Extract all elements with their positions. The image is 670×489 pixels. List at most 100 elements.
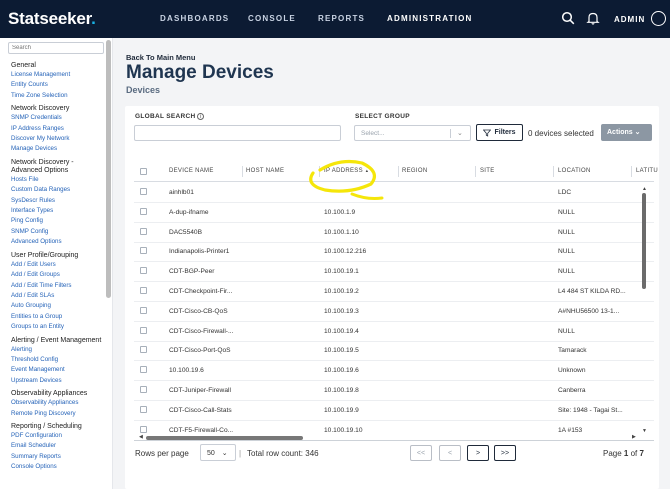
sidebar-link[interactable]: Groups to an Entity — [11, 322, 105, 332]
table-cell: 10.100.19.3 — [324, 307, 359, 315]
sidebar-link[interactable]: Add / Edit Groups — [11, 270, 105, 280]
chevron-down-icon: ⌄ — [634, 129, 641, 136]
sidebar-scrollbar[interactable] — [106, 40, 111, 298]
row-checkbox[interactable] — [140, 267, 147, 275]
column-device-name[interactable]: DEVICE NAME — [169, 168, 214, 174]
row-checkbox[interactable] — [140, 386, 147, 393]
sidebar-link[interactable]: Upstream Devices — [11, 376, 105, 386]
sidebar-link[interactable]: Email Scheduler — [11, 441, 105, 451]
sidebar-link[interactable]: Discover My Network — [11, 134, 105, 144]
first-page-button[interactable]: << — [410, 445, 432, 461]
sidebar-link[interactable]: Time Zone Selection — [11, 91, 105, 101]
table-row[interactable]: CDT-Cisco-CB-QoS 10.100.19.3 A#NHU56500 13… — [134, 302, 654, 322]
sidebar-link[interactable]: Entities to a Group — [11, 312, 105, 322]
row-checkbox[interactable] — [140, 425, 147, 433]
last-page-button[interactable]: >> — [494, 445, 516, 461]
table-row[interactable]: DAC5540B 10.100.1.10 NULL — [134, 223, 654, 243]
scroll-up-arrow-icon[interactable]: ▲ — [642, 186, 647, 192]
column-divider[interactable] — [553, 166, 554, 177]
column-location[interactable]: LOCATION — [558, 168, 591, 174]
sidebar-link[interactable]: Summary Reports — [11, 452, 105, 462]
search-icon[interactable] — [561, 11, 575, 25]
info-icon[interactable]: i — [197, 113, 205, 120]
sidebar-search-input[interactable] — [8, 42, 104, 54]
actions-dropdown-button[interactable]: Actions ⌄ — [601, 124, 652, 141]
table-row[interactable]: ainhlb01 LDC — [134, 183, 654, 203]
table-row[interactable]: A-dup-ifname 10.100.1.9 NULL — [134, 203, 654, 223]
vertical-scroll-thumb[interactable] — [642, 193, 646, 289]
sidebar-link[interactable]: Advanced Options — [11, 237, 105, 247]
sidebar-link[interactable]: Alerting — [11, 345, 105, 355]
sidebar-link[interactable]: Threshold Config — [11, 355, 105, 365]
sidebar-link[interactable]: Auto Grouping — [11, 301, 105, 311]
row-checkbox[interactable] — [140, 188, 147, 195]
sidebar-link[interactable]: Add / Edit Users — [11, 260, 105, 270]
column-divider[interactable] — [398, 166, 399, 177]
row-checkbox[interactable] — [140, 306, 147, 314]
table-cell: NULL — [558, 268, 575, 276]
row-checkbox[interactable] — [140, 227, 147, 235]
row-checkbox[interactable] — [140, 405, 147, 413]
row-checkbox[interactable] — [140, 287, 147, 294]
sidebar-link[interactable]: Interface Types — [11, 206, 105, 216]
sidebar-link[interactable]: License Management — [11, 70, 105, 80]
next-page-button[interactable]: > — [467, 445, 489, 461]
nav-console[interactable]: CONSOLE — [248, 14, 296, 23]
statseeker-logo[interactable]: Statseeker. — [8, 9, 96, 29]
sidebar-link[interactable]: Console Options — [11, 462, 105, 472]
row-checkbox[interactable] — [140, 326, 147, 334]
previous-page-button[interactable]: < — [439, 445, 461, 461]
global-search-input[interactable] — [134, 125, 341, 141]
sidebar-link[interactable]: Manage Devices — [11, 144, 105, 154]
sidebar-link[interactable]: SNMP Config — [11, 227, 105, 237]
sidebar-link[interactable]: Entity Counts — [11, 80, 105, 90]
nav-administration[interactable]: ADMINISTRATION — [387, 14, 473, 23]
sidebar-link[interactable]: SNMP Credentials — [11, 113, 105, 123]
column-divider[interactable] — [631, 166, 632, 177]
sidebar-link[interactable]: Remote Ping Discovery — [11, 409, 105, 419]
sidebar-link[interactable]: Hosts File — [11, 175, 105, 185]
user-menu-label[interactable]: ADMIN — [614, 15, 645, 24]
user-icon[interactable] — [651, 11, 666, 26]
back-to-main-menu-link[interactable]: Back To Main Menu — [126, 53, 195, 62]
filters-button[interactable]: Filters — [476, 124, 523, 141]
column-ip-address[interactable]: IP ADDRESS ▲ — [324, 168, 369, 174]
sidebar-link[interactable]: Observability Appliances — [11, 398, 105, 408]
table-row[interactable]: 10.100.19.6 10.100.19.6 Unknown — [134, 361, 654, 382]
bell-icon[interactable] — [586, 11, 600, 25]
table-row[interactable]: CDT-BGP-Peer 10.100.19.1 NULL — [134, 262, 654, 283]
column-latitude[interactable]: LATITU — [636, 168, 658, 174]
table-row[interactable]: CDT-Cisco-Firewall-... 10.100.19.4 NULL — [134, 322, 654, 342]
sidebar-link[interactable]: Add / Edit SLAs — [11, 291, 105, 301]
table-row[interactable]: CDT-Cisco-Call-Stats 10.100.19.9 Site: 194… — [134, 401, 654, 421]
sidebar-link[interactable]: Custom Data Ranges — [11, 185, 105, 195]
sidebar-group-title: General — [11, 62, 36, 69]
rows-per-page-select[interactable]: 50 ⌄ — [200, 444, 236, 461]
sidebar-link[interactable]: SysDescr Rules — [11, 196, 105, 206]
sidebar-link[interactable]: Ping Config — [11, 216, 105, 226]
select-group-dropdown[interactable]: Select... ⌄ — [354, 125, 471, 141]
column-site[interactable]: SITE — [480, 168, 495, 174]
table-vertical-scrollbar[interactable]: ▲ ▼ — [642, 186, 647, 436]
nav-dashboards[interactable]: DASHBOARDS — [160, 14, 229, 23]
sidebar-link[interactable]: Add / Edit Time Filters — [11, 281, 105, 291]
row-checkbox[interactable] — [140, 247, 147, 255]
row-checkbox[interactable] — [140, 366, 147, 374]
column-divider[interactable] — [242, 166, 243, 177]
table-row[interactable]: CDT-Juniper-Firewall 10.100.19.8 Canberra — [134, 381, 654, 401]
table-row[interactable]: Indianapolis-Printer1 10.100.12.216 NULL — [134, 242, 654, 263]
table-row[interactable]: CDT-Checkpoint-Fir... 10.100.19.2 L4 484 S… — [134, 282, 654, 302]
nav-reports[interactable]: REPORTS — [318, 14, 365, 23]
column-host-name[interactable]: HOST NAME — [246, 168, 284, 174]
row-checkbox[interactable] — [140, 346, 147, 354]
sidebar-link[interactable]: IP Address Ranges — [11, 124, 105, 134]
table-row[interactable]: CDT-Cisco-Port-QoS 10.100.19.5 Tamarack — [134, 341, 654, 362]
scroll-down-arrow-icon[interactable]: ▼ — [642, 428, 647, 434]
select-all-checkbox[interactable] — [140, 168, 147, 175]
column-divider[interactable] — [319, 166, 320, 177]
row-checkbox[interactable] — [140, 207, 147, 215]
sidebar-link[interactable]: Event Management — [11, 365, 105, 375]
sidebar-link[interactable]: PDF Configuration — [11, 431, 105, 441]
column-region[interactable]: REGION — [402, 168, 427, 174]
column-divider[interactable] — [475, 166, 476, 177]
